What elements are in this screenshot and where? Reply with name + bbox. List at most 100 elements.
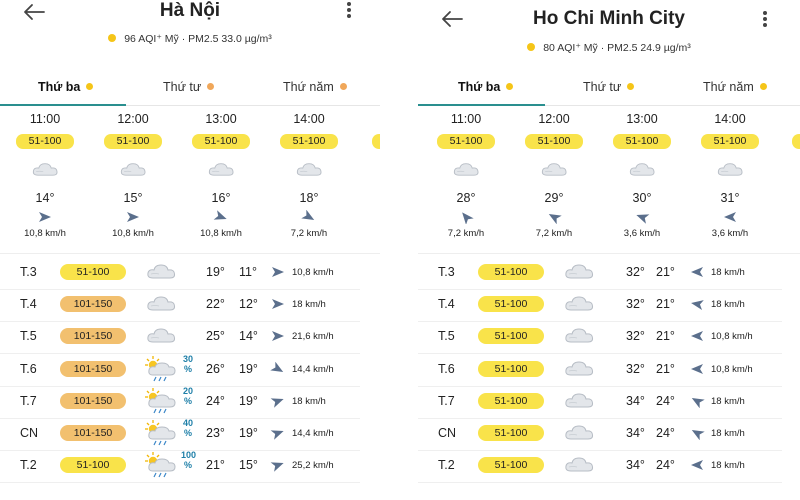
aqi-summary-text: 96 AQI⁺ Mỹ · PM2.5 33.0 µg/m³ xyxy=(124,33,272,45)
high-temperature: 32° xyxy=(626,297,645,312)
panel-gap xyxy=(380,0,418,500)
daily-row[interactable]: CN 51-100 34° 24° 18 km/h xyxy=(418,419,782,451)
app-header: Hà Nội 96 AQI⁺ Mỹ · PM2.5 33.0 µg/m³ xyxy=(0,0,380,58)
section-divider xyxy=(418,253,800,254)
cloud-icon xyxy=(539,161,569,177)
wind-direction-icon xyxy=(37,210,53,224)
precipitation-chance: 100% xyxy=(181,450,197,471)
wind-speed: 10,8 km/h xyxy=(292,267,334,278)
hour-time: 13:00 xyxy=(626,112,658,126)
cloud-icon xyxy=(563,391,595,409)
low-temperature: 24° xyxy=(656,393,675,408)
low-temperature: 21° xyxy=(656,265,675,279)
daily-row[interactable]: T.3 51-100 32° 21° 18 km/h xyxy=(418,258,782,290)
cloud-icon xyxy=(145,294,177,312)
day-name: T.5 xyxy=(20,329,37,344)
hourly-forecast: 11:00 51-100 28° 7,2 km/h 12:00 51-100 29° 7,2 … xyxy=(418,112,800,252)
wind-direction-icon xyxy=(270,329,286,343)
wind-direction-icon xyxy=(458,210,474,225)
section-divider xyxy=(0,253,380,254)
daily-row[interactable]: T.5 101-150 25° 14° 21,6 km/h xyxy=(0,322,360,355)
more-options-icon[interactable] xyxy=(346,2,352,18)
high-temperature: 19° xyxy=(206,265,225,279)
tab-day-1[interactable]: Thứ tư xyxy=(583,80,635,94)
cloud-icon xyxy=(563,455,595,473)
hour-time: 12:00 xyxy=(117,112,149,126)
high-temperature: 32° xyxy=(626,265,645,279)
aqi-status-dot xyxy=(527,43,536,51)
cloud-icon xyxy=(563,359,595,377)
precipitation-chance: 30% xyxy=(182,353,193,374)
wind-direction-icon xyxy=(722,210,738,224)
aqi-summary: 80 AQI⁺ Mỹ · PM2.5 24.9 µg/m³ xyxy=(418,42,800,54)
cloud-icon xyxy=(145,326,177,344)
tab-day-2[interactable]: Thứ năm xyxy=(283,80,347,94)
wind-direction-icon xyxy=(270,426,286,440)
sun-rain-icon xyxy=(144,419,178,447)
daily-row[interactable]: T.6 101-150 30% 26° 19° 14,4 km/h xyxy=(0,353,360,387)
day-aqi-badge: 51-100 xyxy=(478,457,544,474)
wind-speed: 10,8 km/h xyxy=(711,331,753,343)
low-temperature: 12° xyxy=(239,297,258,312)
high-temperature: 24° xyxy=(206,393,225,408)
hour-temperature: 18° xyxy=(299,191,319,205)
hour-time: 13:00 xyxy=(205,112,237,126)
day-name: T.7 xyxy=(20,393,37,408)
hour-temperature: 15° xyxy=(123,191,143,205)
tab-aqi-dot xyxy=(627,83,635,90)
daily-row[interactable]: T.4 51-100 32° 21° 18 km/h xyxy=(418,290,782,323)
tab-day-0[interactable]: Thứ ba xyxy=(38,80,94,94)
wind-direction-icon xyxy=(689,297,705,311)
tab-day-2[interactable]: Thứ năm xyxy=(703,80,767,94)
daily-row[interactable]: T.7 101-150 20% 24° 19° 18 km/h xyxy=(0,386,360,419)
high-temperature: 32° xyxy=(626,329,645,344)
wind-speed: 18 km/h xyxy=(292,395,326,407)
hourly-item: 12:00 51-100 29° 7,2 km/h xyxy=(514,112,594,239)
daily-row[interactable]: T.3 51-100 19° 11° 10,8 km/h xyxy=(0,258,360,290)
daily-row[interactable]: T.4 101-150 22° 12° 18 km/h xyxy=(0,290,360,323)
wind-speed: 18 km/h xyxy=(711,267,745,278)
hour-wind-speed: 10,8 km/h xyxy=(112,228,154,239)
more-options-icon[interactable] xyxy=(762,11,768,27)
day-name: T.5 xyxy=(438,329,455,344)
tab-day-1[interactable]: Thứ tư xyxy=(163,80,215,94)
low-temperature: 19° xyxy=(239,361,258,376)
tab-label: Thứ ba xyxy=(458,80,501,94)
tab-label: Thứ tư xyxy=(583,80,622,94)
hour-temperature: 16° xyxy=(211,191,231,205)
daily-row[interactable]: T.2 51-100 34° 24° 18 km/h xyxy=(418,451,782,484)
wind-direction-icon xyxy=(689,329,705,343)
aqi-summary-text: 80 AQI⁺ Mỹ · PM2.5 24.9 µg/m³ xyxy=(543,42,691,54)
wind-direction-icon xyxy=(125,210,141,224)
day-name: T.6 xyxy=(438,361,455,376)
day-name: T.4 xyxy=(438,297,455,312)
wind-direction-icon xyxy=(689,265,705,279)
wind-speed: 25,2 km/h xyxy=(292,460,334,472)
daily-row[interactable]: T.7 51-100 34° 24° 18 km/h xyxy=(418,387,782,419)
wind-speed: 14,4 km/h xyxy=(292,428,334,439)
high-temperature: 25° xyxy=(206,329,225,344)
wind-speed: 21,6 km/h xyxy=(292,331,334,343)
day-name: T.7 xyxy=(438,393,455,408)
daily-row[interactable]: CN 101-150 40% 23° 19° 14,4 km/h xyxy=(0,418,360,451)
hour-wind-speed: 3,6 km/h xyxy=(711,228,749,239)
hour-temperature: 28° xyxy=(456,191,476,205)
hourly-item: 11:00 51-100 14° 10,8 km/h xyxy=(5,112,85,239)
tab-day-0[interactable]: Thứ ba xyxy=(458,80,514,94)
low-temperature: 21° xyxy=(656,361,675,376)
sun-rain-icon xyxy=(144,451,178,479)
high-temperature: 32° xyxy=(626,361,645,376)
low-temperature: 24° xyxy=(656,458,675,473)
cloud-icon xyxy=(30,161,60,177)
daily-row[interactable]: T.5 51-100 32° 21° 10,8 km/h xyxy=(418,322,782,355)
hour-temperature: 31° xyxy=(720,191,740,205)
day-tabs: Thứ ba Thứ tư Thứ năm xyxy=(0,74,380,106)
day-name: T.4 xyxy=(20,297,37,312)
sun-rain-icon xyxy=(144,387,178,415)
daily-row[interactable]: T.2 51-100 100% 21° 15° 25,2 km/h xyxy=(0,450,360,484)
next-hour-badge-edge xyxy=(372,134,380,149)
hcmc-weather-panel: Ho Chi Minh City 80 AQI⁺ Mỹ · PM2.5 24.9 … xyxy=(418,0,800,500)
high-temperature: 26° xyxy=(206,361,225,376)
daily-row[interactable]: T.6 51-100 32° 21° 10,8 km/h xyxy=(418,355,782,387)
aqi-summary: 96 AQI⁺ Mỹ · PM2.5 33.0 µg/m³ xyxy=(0,33,380,45)
